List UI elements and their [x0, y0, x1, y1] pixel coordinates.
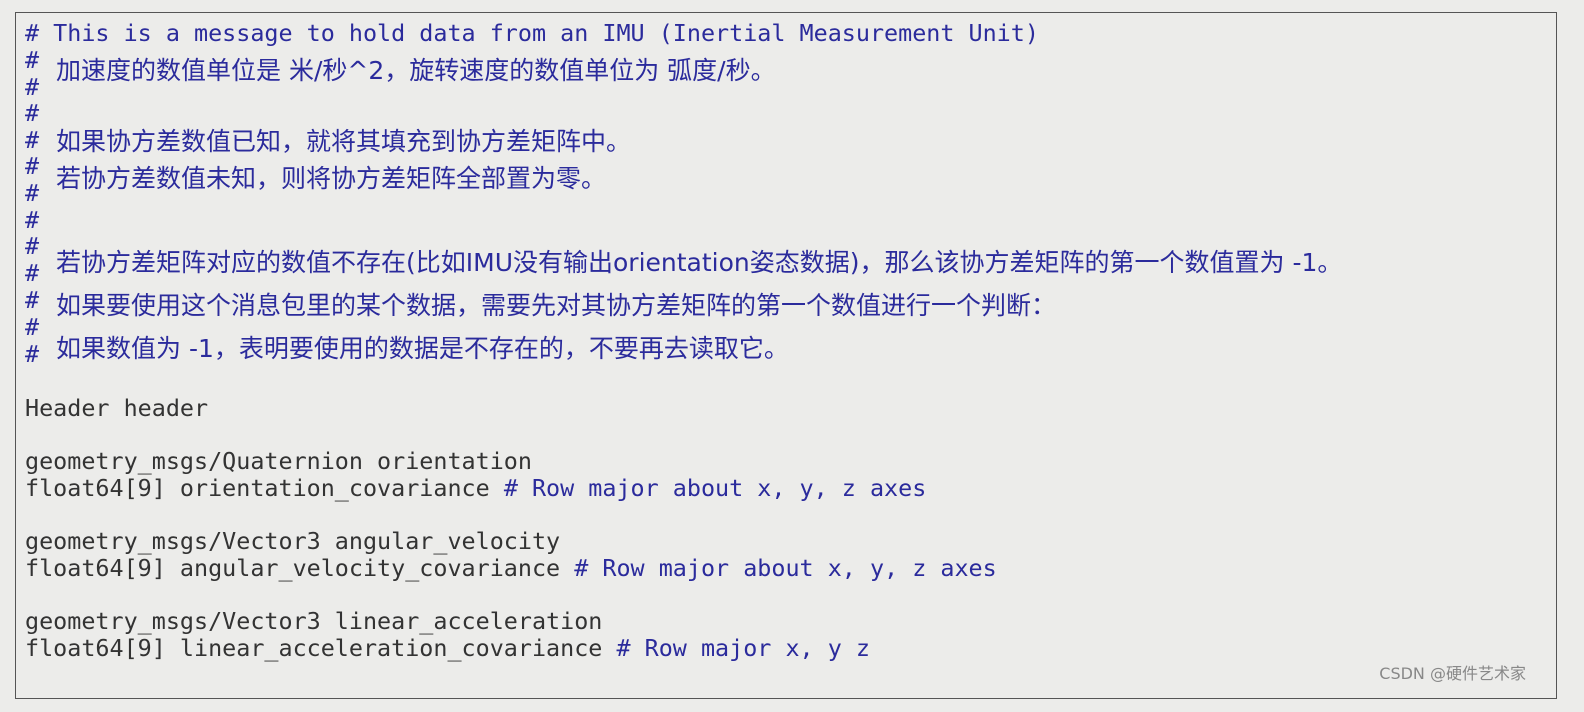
chinese-comment: 若协方差数值未知，则将协方差矩阵全部置为零。 — [56, 164, 607, 193]
field-line: geometry_msgs/Vector3 angular_velocity — [25, 527, 561, 555]
field-line: geometry_msgs/Vector3 linear_acceleratio… — [25, 607, 603, 635]
field-line: float64[9] linear_acceleration_covarianc… — [25, 634, 870, 662]
chinese-comment: 如果要使用这个消息包里的某个数据，需要先对其协方差矩阵的第一个数值进行一个判断： — [56, 291, 1057, 320]
hash-mark: # — [25, 286, 40, 314]
hash-mark: # — [25, 126, 40, 154]
hash-mark: # — [25, 206, 40, 234]
code-panel: # This is a message to hold data from an… — [15, 12, 1557, 699]
hash-mark: # — [25, 99, 40, 127]
hash-mark: # — [25, 340, 40, 368]
hash-mark: # — [25, 46, 40, 74]
field-line: float64[9] orientation_covariance # Row … — [25, 474, 927, 502]
hash-mark: # — [25, 259, 40, 287]
hash-mark: # — [25, 179, 40, 207]
chinese-comment: 如果协方差数值已知，就将其填充到协方差矩阵中。 — [56, 127, 632, 156]
hash-mark: # — [25, 152, 40, 180]
watermark: CSDN @硬件艺术家 — [1379, 664, 1526, 683]
field-line: geometry_msgs/Quaternion orientation — [25, 447, 532, 475]
hash-mark: # — [25, 232, 40, 260]
chinese-comment: 若协方差矩阵对应的数值不存在(比如IMU没有输出orientation姿态数据)… — [56, 248, 1343, 277]
chinese-comment: 如果数值为 -1，表明要使用的数据是不存在的，不要再去读取它。 — [56, 334, 789, 363]
hash-mark: # — [25, 73, 40, 101]
chinese-comment: 加速度的数值单位是 米/秒^2，旋转速度的数值单位为 弧度/秒。 — [56, 56, 776, 85]
header-comment: # This is a message to hold data from an… — [25, 19, 1039, 47]
field-line: Header header — [25, 394, 209, 422]
field-line: float64[9] angular_velocity_covariance #… — [25, 554, 997, 582]
hash-mark: # — [25, 313, 40, 341]
